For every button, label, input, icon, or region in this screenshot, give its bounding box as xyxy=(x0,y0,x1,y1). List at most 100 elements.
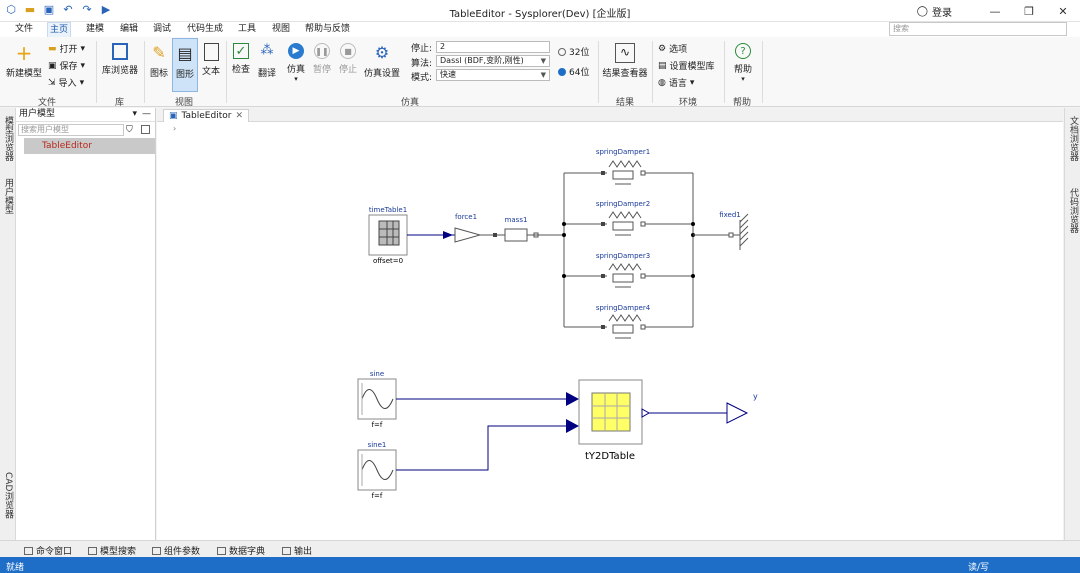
tab-model-search[interactable]: 模型搜索 xyxy=(88,544,136,557)
fixed-block[interactable]: fixed1 xyxy=(719,211,749,250)
save-disk-icon: ▣ xyxy=(48,60,57,71)
sine1-block[interactable]: sine1 f=f xyxy=(357,441,397,500)
mass-block[interactable]: mass1 xyxy=(504,216,539,242)
minimize-panel-icon[interactable]: — xyxy=(142,108,151,121)
radio-32bit[interactable]: 32位 xyxy=(558,45,589,58)
translate-button[interactable]: ⁂ 翻译 xyxy=(255,43,279,79)
status-bar: 就绪 读/写 xyxy=(0,557,1080,573)
tab-label: 模型搜索 xyxy=(100,547,137,557)
model-lib-label: 设置模型库 xyxy=(669,62,715,72)
bottom-dock-bar: 命令窗口 模型搜索 组件参数 数据字典 输出 xyxy=(0,540,1080,557)
chart-icon: ∿ xyxy=(615,43,635,63)
collapse-icon[interactable] xyxy=(141,125,150,134)
library-browser-label: 库浏览器 xyxy=(101,66,138,76)
menu-modeling[interactable]: 建模 xyxy=(84,22,106,37)
menu-help[interactable]: 帮助与反馈 xyxy=(303,22,352,37)
printer-icon: ▤ xyxy=(177,44,193,63)
mode-select[interactable]: 快速 ▼ xyxy=(436,69,550,81)
radio-checked-icon xyxy=(558,67,566,76)
close-window-button[interactable]: ✕ xyxy=(1046,5,1080,18)
pause-button[interactable]: ❚❚ 暂停 xyxy=(310,43,334,75)
model-diagram[interactable]: timeTable1 offset=0 force1 mass1 springD… xyxy=(157,108,1063,540)
user-icon: ◯ xyxy=(916,5,928,17)
menu-codegen[interactable]: 代码生成 xyxy=(185,22,225,37)
tab-component-params[interactable]: 组件参数 xyxy=(152,544,200,557)
text-view-button[interactable]: 文本 xyxy=(199,43,223,77)
group-label-result: 结果 xyxy=(616,98,635,108)
group-label-sim: 仿真 xyxy=(401,98,420,108)
text-doc-icon xyxy=(203,43,219,61)
language-button[interactable]: ◍ 语言 ▾ xyxy=(658,76,694,90)
filter-icon[interactable]: ⛉ xyxy=(126,125,133,135)
list-item[interactable]: TableEditor xyxy=(24,138,155,154)
tab-command-window[interactable]: 命令窗口 xyxy=(24,544,72,557)
stop-time-input[interactable]: 2 xyxy=(436,41,550,53)
new-model-button[interactable]: + 新建模型 xyxy=(4,43,44,79)
mode-label: 模式: xyxy=(411,73,433,83)
menu-file[interactable]: 文件 xyxy=(13,22,35,37)
tab-model-browser[interactable]: 模型浏览器 xyxy=(2,116,15,161)
divider xyxy=(96,41,97,103)
tab-cad-browser[interactable]: CAD浏览器 xyxy=(2,472,15,518)
menu-tools[interactable]: 工具 xyxy=(236,22,258,37)
table2d-block[interactable]: tY2DTable xyxy=(578,379,643,462)
tab-data-dictionary[interactable]: 数据字典 xyxy=(217,544,265,557)
radio-64bit[interactable]: 64位 xyxy=(558,65,589,78)
chevron-down-icon[interactable]: ▾ xyxy=(132,108,137,121)
text-view-label: 文本 xyxy=(201,67,220,77)
sim-settings-button[interactable]: ⚙ 仿真设置 xyxy=(362,43,402,79)
menu-home[interactable]: 主页 xyxy=(47,22,72,37)
divider xyxy=(598,41,599,103)
stop-label: 停止 xyxy=(338,65,357,75)
pause-label: 暂停 xyxy=(312,65,331,75)
tab-doc-browser[interactable]: 文档浏览器 xyxy=(1067,116,1080,161)
algorithm-select[interactable]: Dassl (BDF,变阶,刚性) ▼ xyxy=(436,55,550,67)
library-browser-button[interactable]: 库浏览器 xyxy=(100,43,140,76)
force-block[interactable]: force1 xyxy=(454,213,497,243)
block-label: sine1 xyxy=(368,441,387,449)
block-label: fixed1 xyxy=(719,211,741,219)
list-icon xyxy=(152,546,161,555)
time-table-block[interactable]: timeTable1 offset=0 xyxy=(368,206,408,265)
gear-icon: ⚙ xyxy=(374,43,390,62)
minimize-button[interactable]: — xyxy=(978,5,1012,18)
import-button[interactable]: ⇲ 导入 ▾ xyxy=(48,76,84,90)
menu-edit[interactable]: 编辑 xyxy=(118,22,140,37)
chevron-down-icon: ▾ xyxy=(80,43,86,54)
model-lib-button[interactable]: ▤ 设置模型库 xyxy=(658,59,715,73)
tab-output[interactable]: 输出 xyxy=(282,544,312,557)
spring-damper-2[interactable]: springDamper2 xyxy=(596,200,650,236)
save-button[interactable]: ▣ 保存 ▾ xyxy=(48,59,85,73)
icon-view-label: 图标 xyxy=(149,69,168,79)
divider xyxy=(652,41,653,103)
open-label: 打开 xyxy=(59,45,78,55)
user-model-search-input[interactable]: 搜索用户模型 xyxy=(18,124,124,136)
diagram-view-button[interactable]: ▤ 图形 xyxy=(172,38,198,92)
check-icon: ✓ xyxy=(233,43,249,59)
gear-icon: ⚙ xyxy=(658,43,667,54)
translate-icon: ⁂ xyxy=(260,43,274,58)
simulate-label: 仿真 xyxy=(286,65,305,75)
options-button[interactable]: ⚙ 选项 xyxy=(658,42,687,56)
check-button[interactable]: ✓ 检查 xyxy=(229,43,253,75)
simulate-button[interactable]: ▶ 仿真 ▾ xyxy=(284,43,308,83)
menu-view[interactable]: 视图 xyxy=(270,22,292,37)
spring-damper-1[interactable]: springDamper1 xyxy=(596,148,650,185)
spring-damper-3[interactable]: springDamper3 xyxy=(596,252,650,288)
stop-button[interactable]: ■ 停止 xyxy=(336,43,360,75)
result-viewer-button[interactable]: ∿ 结果查看器 xyxy=(601,43,649,79)
global-search-input[interactable]: 搜索 xyxy=(889,22,1067,36)
help-button[interactable]: ? 帮助 ▾ xyxy=(730,43,756,83)
menu-debug[interactable]: 调试 xyxy=(151,22,173,37)
open-button[interactable]: ▬ 打开 ▾ xyxy=(48,42,86,56)
spring-damper-4[interactable]: springDamper4 xyxy=(596,304,651,339)
sine-block[interactable]: sine f=f xyxy=(357,370,397,429)
divider xyxy=(762,41,763,103)
output-port-y[interactable]: y xyxy=(726,392,758,424)
icon-view-button[interactable]: ✎ 图标 xyxy=(147,43,171,79)
tab-user-models[interactable]: 用户模型 xyxy=(2,178,15,214)
maximize-button[interactable]: ❐ xyxy=(1012,5,1046,18)
tab-code-browser[interactable]: 代码浏览器 xyxy=(1067,188,1080,233)
plus-icon: + xyxy=(15,41,33,65)
login-button[interactable]: ◯ 登录 xyxy=(917,4,952,19)
